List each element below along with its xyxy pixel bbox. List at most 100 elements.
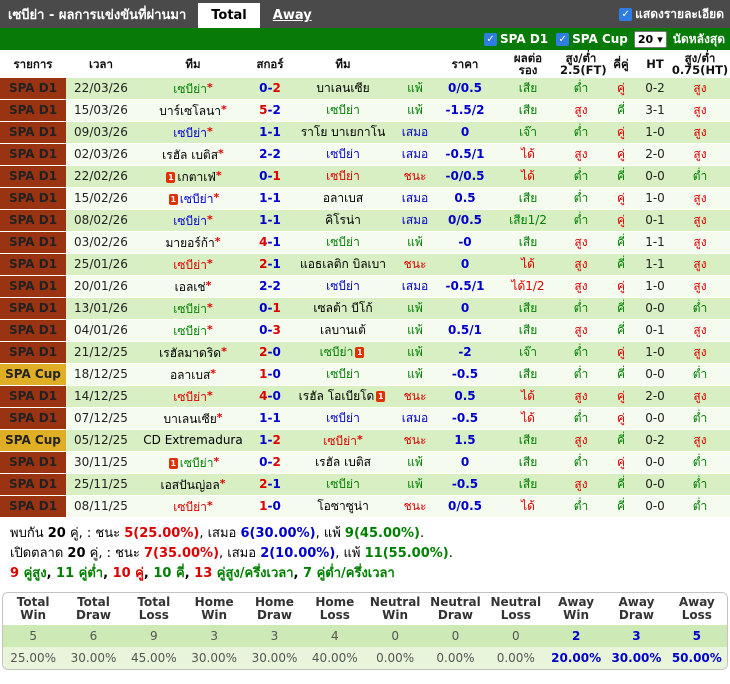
- filter-spa-d1[interactable]: ✓ SPA D1: [484, 32, 548, 46]
- handicap-price: 0/0.5: [434, 78, 496, 100]
- summary-segment: 10: [112, 566, 131, 581]
- home-team: บาเลนเซีย*: [136, 407, 250, 430]
- result-wdl-text: เสมอ: [401, 147, 429, 161]
- show-details-toggle[interactable]: ✓ แสดงรายละเอียด: [619, 5, 730, 24]
- ht-score: 1-0: [640, 121, 670, 144]
- home-team: เซบีย่า*: [136, 297, 250, 320]
- stats-count: 2: [545, 625, 607, 647]
- away-team-name[interactable]: เรฮัล เบติส: [315, 455, 371, 469]
- home-star-icon: *: [206, 213, 213, 226]
- league-badge: SPA D1: [0, 341, 66, 364]
- recent-count-select[interactable]: 20 ▾: [633, 30, 667, 48]
- away-team-name[interactable]: แอธเลติก บิลเบา: [300, 257, 386, 271]
- filter-label: SPA D1: [500, 32, 549, 46]
- away-team-name[interactable]: ราโย บาเยกาโน: [301, 125, 386, 139]
- home-team-name[interactable]: CD Extremadura: [143, 433, 242, 447]
- table-row: SPA D1 08/02/26 เซบีย่า* 1-1 คิโรน่า เสมอ 0/0.…: [0, 209, 730, 232]
- home-team-name[interactable]: เซบีย่า: [180, 456, 214, 470]
- away-team-name[interactable]: เซบีย่า: [326, 169, 360, 183]
- result-wdl-text: เสมอ: [401, 125, 429, 139]
- home-team-name[interactable]: เกตาเฟ่: [177, 170, 216, 184]
- ft-score: 1-1: [250, 407, 290, 430]
- handicap-price: -0/0.5: [434, 165, 496, 188]
- filter-spa-cup[interactable]: ✓ SPA Cup: [556, 32, 628, 46]
- ht-score: 3-1: [640, 99, 670, 122]
- ht-score: 0-0: [640, 407, 670, 430]
- away-team-name[interactable]: เซบีย่า: [326, 147, 360, 161]
- home-score: 2: [259, 257, 268, 271]
- home-team-name[interactable]: เซบีย่า: [173, 390, 207, 404]
- home-score: 0: [259, 169, 268, 183]
- column-header: สูง/ต่ำ 2.5(FT): [560, 50, 607, 78]
- away-team-name[interactable]: เซบีย่า: [320, 345, 354, 359]
- away-score: 2: [272, 433, 281, 447]
- over-under-ht: สูง: [670, 78, 730, 100]
- checkbox-checked-icon[interactable]: ✓: [619, 7, 633, 21]
- handicap-result: ได้: [496, 165, 560, 188]
- league-badge: SPA D1: [0, 495, 66, 518]
- away-team-name[interactable]: เซบีย่า: [326, 411, 360, 425]
- checkbox-checked-icon[interactable]: ✓: [484, 32, 498, 46]
- league-badge: SPA D1: [0, 187, 66, 210]
- home-team-name[interactable]: เรฮัล เบติส: [162, 148, 218, 162]
- home-team-name[interactable]: เซบีย่า: [173, 126, 207, 140]
- over-under-ht: สูง: [670, 143, 730, 166]
- stats-count: 4: [304, 625, 365, 647]
- home-team-name[interactable]: มายอร์ก้า: [165, 236, 214, 250]
- odd-even: คู่: [602, 385, 640, 408]
- table-row: SPA D1 09/03/26 เซบีย่า* 1-1 ราโย บาเยกาโน เส…: [0, 121, 730, 144]
- home-star-icon: *: [219, 477, 226, 490]
- home-team-name[interactable]: เอสปันญ่อล: [160, 478, 219, 492]
- home-team-name[interactable]: เซบีย่า: [180, 192, 214, 206]
- ht-score: 2-0: [640, 143, 670, 166]
- home-team-name[interactable]: เซบีย่า: [173, 82, 207, 96]
- home-team-name[interactable]: บาร์เซโลนา: [159, 104, 221, 118]
- summary-segment: 11: [56, 566, 75, 581]
- tab-away[interactable]: Away: [260, 3, 325, 28]
- away-team-name[interactable]: เรฮัล โอเบียโด: [299, 389, 375, 403]
- away-team-name[interactable]: เลบานเต้: [320, 323, 366, 337]
- away-team-name[interactable]: บาเลนเซีย: [316, 81, 369, 95]
- away-team-name[interactable]: โอซาซูน่า: [317, 499, 369, 513]
- home-team-name[interactable]: เรฮัลมาดริด: [159, 346, 221, 360]
- ft-score: 4-0: [250, 385, 290, 408]
- away-team-name[interactable]: คิโรน่า: [325, 213, 361, 227]
- away-team-name[interactable]: อลาเบส: [323, 191, 363, 205]
- summary-segment: 9: [10, 566, 20, 581]
- home-team-name[interactable]: เซบีย่า: [173, 302, 207, 316]
- home-team-name[interactable]: อลาเบส: [170, 368, 210, 382]
- handicap-result: ได้: [496, 495, 560, 518]
- summary-segment: ,: [143, 566, 154, 581]
- tab-total[interactable]: Total: [198, 3, 260, 28]
- league-badge: SPA D1: [0, 451, 66, 474]
- result-wdl-text: แพ้: [407, 345, 423, 359]
- league-badge: SPA D1: [0, 143, 66, 166]
- away-team-name[interactable]: เซบีย่า: [326, 279, 360, 293]
- away-team-name[interactable]: เซบีย่า: [326, 367, 360, 381]
- table-row: SPA D1 04/01/26 เซบีย่า* 0-3 เลบานเต้ แพ้ 0.5/…: [0, 319, 730, 342]
- away-team-name[interactable]: เซลต้า บีโก้: [313, 301, 372, 315]
- checkbox-checked-icon[interactable]: ✓: [556, 32, 570, 46]
- home-team-name[interactable]: เซบีย่า: [173, 324, 207, 338]
- home-star-icon: *: [206, 323, 213, 336]
- home-team-name[interactable]: เซบีย่า: [173, 258, 207, 272]
- home-star-icon: *: [213, 455, 220, 468]
- home-team-name[interactable]: เซบีย่า: [173, 500, 207, 514]
- away-team-name[interactable]: เซบีย่า: [326, 235, 360, 249]
- table-row: SPA Cup 18/12/25 อลาเบส* 1-0 เซบีย่า แพ้ -0.5 เ…: [0, 363, 730, 386]
- result-wdl-text: แพ้: [407, 367, 423, 381]
- home-team-name[interactable]: เอลเช่: [175, 280, 206, 294]
- stats-header-row: Total Win Total Draw Total Loss Home Win Hom…: [3, 593, 727, 625]
- result-wdl: แพ้: [396, 341, 434, 364]
- home-team-name[interactable]: บาเลนเซีย: [163, 412, 216, 426]
- away-team-name[interactable]: เซบีย่า: [326, 477, 360, 491]
- stats-percent: 30.00%: [606, 647, 667, 669]
- stats-percents-row: 25.00% 30.00% 45.00% 30.00% 30.00% 40.00% 0.00…: [3, 647, 727, 669]
- home-team-name[interactable]: เซบีย่า: [173, 214, 207, 228]
- stats-percent: 30.00%: [244, 647, 305, 669]
- match-date: 22/03/26: [66, 78, 136, 100]
- away-team-name[interactable]: เซบีย่า: [323, 434, 357, 448]
- over-under-ft: สูง: [560, 319, 602, 342]
- away-team-name[interactable]: เซบีย่า: [326, 103, 360, 117]
- red-card-icon: 1: [355, 347, 365, 358]
